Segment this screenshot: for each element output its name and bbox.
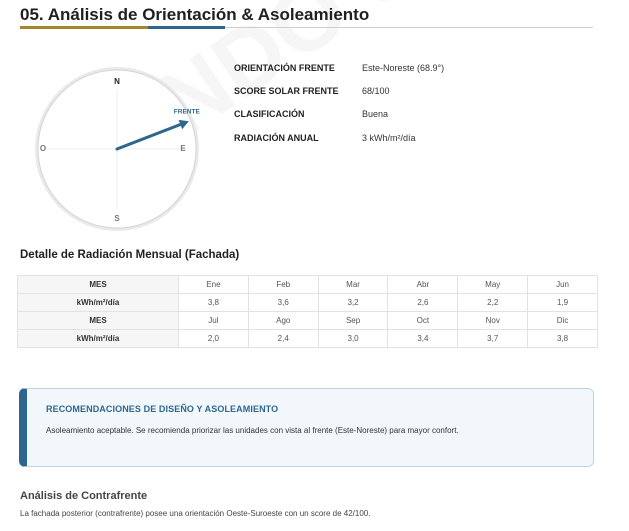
table-header-cell: MES (17, 275, 179, 294)
title-accent-gold (20, 26, 148, 29)
compass-south-label: S (114, 214, 120, 223)
month-cell: Ago (247, 311, 319, 330)
value-cell: 3,8 (178, 293, 249, 312)
value-cell: 3,6 (247, 293, 319, 312)
month-cell: Abr (387, 275, 459, 294)
value-cell: 3,4 (387, 329, 459, 348)
table-row: kWh/m²/día 3,8 3,6 3,2 2,6 2,2 1,9 (17, 293, 598, 312)
table-row: kWh/m²/día 2,0 2,4 3,0 3,4 3,7 3,8 (17, 329, 598, 348)
value-cell: 3,2 (317, 293, 389, 312)
compass-west-label: O (40, 144, 46, 153)
orientation-summary: ORIENTACIÓN FRENTE Este-Noreste (68.9°) … (234, 56, 594, 149)
contrafrente-text: La fachada posterior (contrafrente) pose… (20, 509, 371, 518)
value-cell: 2,6 (387, 293, 459, 312)
info-row-orientation: ORIENTACIÓN FRENTE Este-Noreste (68.9°) (234, 56, 594, 79)
table-row: MES Ene Feb Mar Abr May Jun (17, 275, 598, 294)
month-cell: Jun (527, 275, 598, 294)
month-cell: Oct (387, 311, 459, 330)
table-header-cell: kWh/m²/día (17, 293, 179, 312)
month-cell: May (457, 275, 529, 294)
month-cell: Sep (317, 311, 389, 330)
monthly-section-title: Detalle de Radiación Mensual (Fachada) (20, 249, 240, 261)
compass-east-label: E (180, 144, 186, 153)
value-cell: 1,9 (527, 293, 598, 312)
month-cell: Nov (457, 311, 529, 330)
value-cell: 2,0 (178, 329, 249, 348)
table-header-cell: MES (17, 311, 179, 330)
recommendations-title: RECOMENDACIONES DE DISEÑO Y ASOLEAMIENTO (46, 404, 279, 414)
compass-north-label: N (114, 77, 120, 86)
month-cell: Mar (317, 275, 389, 294)
info-label: RADIACIÓN ANUAL (234, 132, 319, 143)
month-cell: Jul (178, 311, 249, 330)
value-cell: 3,8 (527, 329, 598, 348)
month-cell: Dic (527, 311, 598, 330)
info-row-radiation: RADIACIÓN ANUAL 3 kWh/m²/día (234, 126, 594, 149)
month-cell: Feb (247, 275, 319, 294)
front-label: FRENTE (174, 108, 201, 115)
recommendations-text: Asoleamiento aceptable. Se recomienda pr… (46, 426, 459, 435)
info-value: 3 kWh/m²/día (362, 132, 416, 143)
info-value: 68/100 (362, 85, 390, 96)
month-cell: Ene (178, 275, 249, 294)
table-header-cell: kWh/m²/día (17, 329, 179, 348)
value-cell: 2,4 (247, 329, 319, 348)
contrafrente-title: Análisis de Contrafrente (20, 490, 148, 502)
table-row: MES Jul Ago Sep Oct Nov Dic (17, 311, 598, 330)
value-cell: 3,0 (317, 329, 389, 348)
info-label: CLASIFICACIÓN (234, 109, 305, 120)
compass-rose: N S E O FRENTE (35, 67, 201, 231)
page-title: 05. Análisis de Orientación & Asoleamien… (20, 5, 370, 24)
info-label: ORIENTACIÓN FRENTE (234, 62, 335, 73)
value-cell: 3,7 (457, 329, 529, 348)
title-accent-blue (148, 26, 225, 29)
value-cell: 2,2 (457, 293, 529, 312)
info-row-score: SCORE SOLAR FRENTE 68/100 (234, 79, 594, 102)
info-label: SCORE SOLAR FRENTE (234, 85, 339, 96)
recommendations-box: RECOMENDACIONES DE DISEÑO Y ASOLEAMIENTO… (19, 388, 594, 467)
info-row-classification: CLASIFICACIÓN Buena (234, 103, 594, 126)
info-value: Buena (362, 109, 389, 120)
monthly-radiation-table: MES Ene Feb Mar Abr May Jun kWh/m²/día 3… (17, 275, 598, 348)
info-value: Este-Noreste (68.9°) (362, 62, 445, 73)
